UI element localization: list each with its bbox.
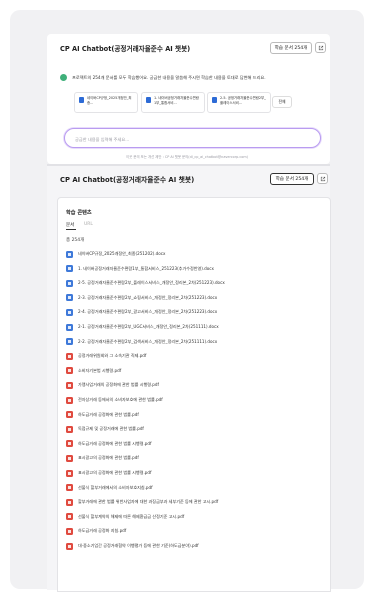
learning-docs-button[interactable]: 학습 문서 254개 <box>270 173 314 185</box>
file-name: 가맹사업거래의 공정화에 관한 법률 시행령.pdf <box>78 382 159 388</box>
file-name: 하도급거래 공정화에 관한 법률.pdf <box>78 411 139 417</box>
doc-card-label: 2-5. 공정거래자율준수편람2부_플레이스서비... <box>220 96 266 105</box>
file-name: 하도급거래 공정화 지침.pdf <box>78 528 127 534</box>
file-name: 2-4. 공정거래자율준수편람2부_광고서비스_개정안_정리본_2차(25122… <box>78 309 218 315</box>
document-icon <box>79 97 84 103</box>
pdf-file-icon <box>66 542 73 550</box>
file-list-item[interactable]: 선불식 할부거래에서의 소비자보호지침.pdf <box>66 484 153 492</box>
intro-message: 프로젝트의 254개 문서를 모두 학습했어요. 궁금한 내용을 말씀해 주시면… <box>72 75 266 80</box>
doc-card[interactable]: 네이버CP규정_2025개정안_최종... <box>74 92 138 113</box>
file-list-item[interactable]: 선불식 할부계약의 해제에 따른 해제환급금 산정기준 고시.pdf <box>66 513 184 521</box>
modal-title: 학습 콘텐츠 <box>66 210 92 216</box>
pdf-file-icon <box>66 498 73 506</box>
doc-card-label: 1. 네이버공정거래자율준수편람1부_통합서비... <box>154 96 199 105</box>
file-list-item[interactable]: 전자상거래 등에서의 소비자보호에 관한 법률.pdf <box>66 396 163 404</box>
file-list-item[interactable]: 하도급거래 공정화에 관한 법률.pdf <box>66 411 139 419</box>
file-list-item[interactable]: 표시광고의 공정화에 관한 법률 시행령.pdf <box>66 469 151 477</box>
doc-card[interactable]: 2-5. 공정거래자율준수편람2부_플레이스서비... <box>207 92 271 113</box>
file-list-item[interactable]: 소비자기본법 시행령.pdf <box>66 367 121 375</box>
pdf-file-icon <box>66 381 73 389</box>
word-file-icon <box>66 265 73 273</box>
file-list-item[interactable]: 할부거래에 관한 법률 위반사업자에 대한 과징금부과 세부기준 등에 관한 고… <box>66 498 218 506</box>
pdf-file-icon <box>66 513 73 521</box>
word-file-icon <box>66 323 73 331</box>
word-file-icon <box>66 294 73 302</box>
doc-card[interactable]: 1. 네이버공정거래자율준수편람1부_통합서비... <box>141 92 205 113</box>
file-list-item[interactable]: 네이버CP규정_2025개정안_최종(251202).docx <box>66 250 165 258</box>
word-file-icon <box>66 279 73 287</box>
file-list-item[interactable]: 2-1. 공정거래자율준수편람2부_UGC서비스_개정안_정리본_2차(2511… <box>66 323 219 331</box>
file-name: 대·중소기업간 공정거래협약 이행평가 등에 관한 기준(하도급분야).pdf <box>78 543 199 548</box>
file-name: 할부거래에 관한 법률 위반사업자에 대한 과징금부과 세부기준 등에 관한 고… <box>78 499 219 505</box>
file-name: 공정거래위원회와 그 소속기관 직제.pdf <box>78 353 147 359</box>
file-count: 총 254개 <box>66 238 85 243</box>
open-new-window-button[interactable] <box>317 173 328 184</box>
file-name: 2-5. 공정거래자율준수편람2부_플레이스서비스_개정안_정리본_2차(251… <box>78 280 225 286</box>
active-tab-indicator <box>66 229 76 230</box>
pdf-file-icon <box>66 440 73 448</box>
learning-docs-button[interactable]: 학습 문서 254개 <box>270 42 312 54</box>
pdf-file-icon <box>66 425 73 433</box>
document-icon <box>146 97 151 103</box>
file-name: 선불식 할부계약의 해제에 따른 해제환급금 산정기준 고시.pdf <box>78 513 185 519</box>
file-name: 선불식 할부거래에서의 소비자보호지침.pdf <box>78 484 153 490</box>
footer-contact: 이곳 문의 또는 개선 제안 : CP AI 챗봇 문의(dl_cp_ai_ch… <box>126 155 248 159</box>
pdf-file-icon <box>66 352 73 360</box>
word-file-icon <box>66 308 73 316</box>
chat-input[interactable] <box>73 133 297 145</box>
external-link-icon <box>318 45 323 50</box>
tab-url[interactable]: URL <box>84 222 93 227</box>
file-list-item[interactable]: 표시광고의 공정화에 관한 법률.pdf <box>66 454 139 462</box>
pdf-file-icon <box>66 469 73 477</box>
external-link-icon <box>320 176 325 181</box>
file-name: 2-3. 공정거래자율준수편람2부_쇼핑서비스_개정안_정리본_2차(25122… <box>78 294 218 300</box>
file-name: 1. 네이버공정거래자율준수편람1부_통합서비스_251223(추가수정반영).… <box>78 265 214 271</box>
file-list-item[interactable]: 공정거래위원회와 그 소속기관 직제.pdf <box>66 352 146 360</box>
file-name: 전자상거래 등에서의 소비자보호에 관한 법률.pdf <box>78 397 163 402</box>
pdf-file-icon <box>66 396 73 404</box>
file-name: 독점규제 및 공정거래에 관한 법률.pdf <box>78 426 144 432</box>
view-all-button[interactable]: 전체 <box>272 96 292 108</box>
word-file-icon <box>66 338 73 346</box>
file-list-item[interactable]: 2-3. 공정거래자율준수편람2부_쇼핑서비스_개정안_정리본_2차(25122… <box>66 294 217 302</box>
file-list-item[interactable]: 2-5. 공정거래자율준수편람2부_플레이스서비스_개정안_정리본_2차(251… <box>66 279 225 287</box>
file-name: 네이버CP규정_2025개정안_최종(251202).docx <box>78 251 166 256</box>
file-list-item[interactable]: 2-4. 공정거래자율준수편람2부_광고서비스_개정안_정리본_2차(25122… <box>66 308 217 316</box>
pdf-file-icon <box>66 454 73 462</box>
pdf-file-icon <box>66 527 73 535</box>
open-new-window-button[interactable] <box>315 42 326 53</box>
page-title: CP AI Chatbot(공정거래자율준수 AI 챗봇) <box>60 176 195 184</box>
doc-card-label: 네이버CP규정_2025개정안_최종... <box>87 96 132 105</box>
file-name: 2-1. 공정거래자율준수편람2부_UGC서비스_개정안_정리본_2차(2511… <box>78 324 219 329</box>
file-name: 표시광고의 공정화에 관한 법률.pdf <box>78 455 139 461</box>
file-name: 소비자기본법 시행령.pdf <box>78 367 122 373</box>
document-icon <box>212 97 217 103</box>
page-title: CP AI Chatbot(공정거래자율준수 AI 챗봇) <box>60 45 191 53</box>
file-name: 하도급거래 공정화에 관한 법률 시행령.pdf <box>78 440 152 446</box>
file-name: 2-2. 공정거래자율준수편람2부_검색서비스_개정안_정리본_2차(25111… <box>78 338 218 344</box>
file-list-item[interactable]: 하도급거래 공정화 지침.pdf <box>66 527 126 535</box>
pdf-file-icon <box>66 411 73 419</box>
file-list-item[interactable]: 가맹사업거래의 공정화에 관한 법률 시행령.pdf <box>66 381 159 389</box>
pdf-file-icon <box>66 484 73 492</box>
bot-avatar-icon <box>60 74 67 81</box>
pdf-file-icon <box>66 367 73 375</box>
file-list-item[interactable]: 하도급거래 공정화에 관한 법률 시행령.pdf <box>66 440 151 448</box>
file-list-item[interactable]: 독점규제 및 공정거래에 관한 법률.pdf <box>66 425 144 433</box>
file-list-item[interactable]: 2-2. 공정거래자율준수편람2부_검색서비스_개정안_정리본_2차(25111… <box>66 338 217 346</box>
chat-input-box[interactable] <box>64 128 321 148</box>
tab-documents[interactable]: 문서 <box>66 222 74 228</box>
word-file-icon <box>66 250 73 258</box>
file-list-item[interactable]: 대·중소기업간 공정거래협약 이행평가 등에 관한 기준(하도급분야).pdf <box>66 542 199 550</box>
file-list-item[interactable]: 1. 네이버공정거래자율준수편람1부_통합서비스_251223(추가수정반영).… <box>66 265 214 273</box>
file-name: 표시광고의 공정화에 관한 법률 시행령.pdf <box>78 470 152 475</box>
